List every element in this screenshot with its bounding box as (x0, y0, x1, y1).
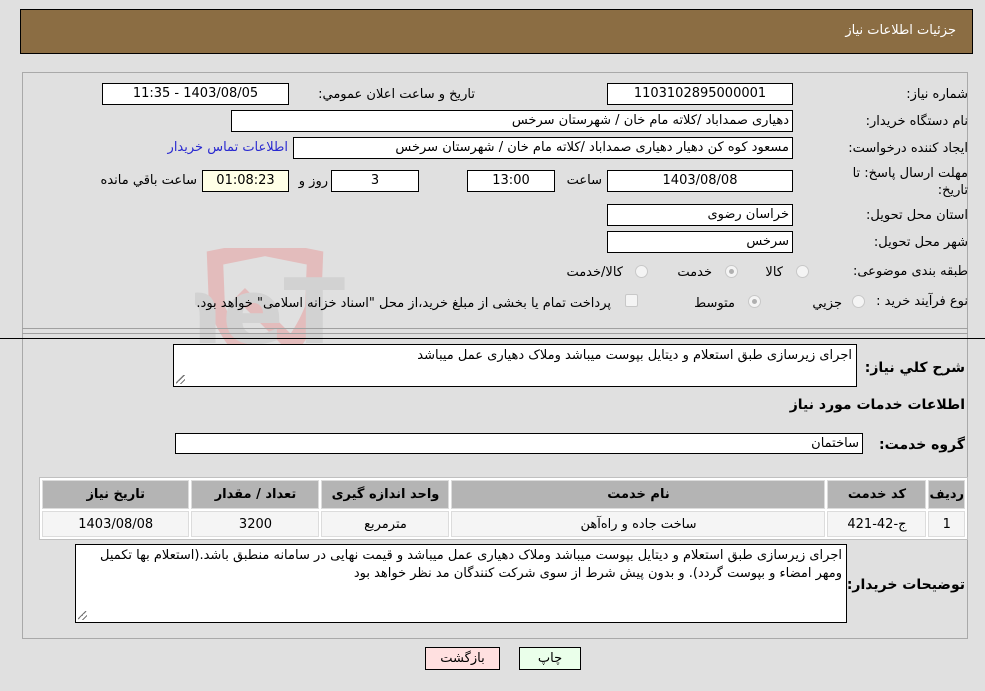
category-radio-service[interactable] (725, 265, 738, 278)
cell-need-date: 1403/08/08 (42, 511, 190, 537)
print-button[interactable]: چاپ (519, 647, 581, 670)
deadline-label: مهلت ارسال پاسخ: تا تاریخ: (852, 166, 968, 198)
general-description-label: شرح کلي نياز: (864, 360, 965, 376)
purchase-type-label: نوع فرآیند خرید : (876, 294, 968, 309)
buyer-contact-link[interactable]: اطلاعات تماس خريدار (168, 140, 288, 155)
divider (22, 333, 968, 334)
days-label: روز و (298, 174, 328, 189)
category-option-service: خدمت (677, 265, 712, 280)
category-label: طبقه بندی موضوعی: (852, 264, 968, 279)
service-group-field: ساختمان (175, 433, 863, 454)
announce-datetime-field: 1403/08/05 - 11:35 (102, 83, 289, 105)
page-title: جزئیات اطلاعات نیاز (845, 23, 956, 38)
purchase-radio-medium[interactable] (748, 295, 761, 308)
table-row: 1 ج-42-421 ساخت جاده و راه‌آهن مترمربع 3… (42, 511, 965, 537)
cell-quantity: 3200 (191, 511, 320, 537)
buyer-notes-text: اجرای زیرسازی طبق استعلام و دیتایل بپوست… (99, 548, 842, 581)
category-option-goods: کالا (765, 265, 783, 280)
page-header: جزئیات اطلاعات نیاز (20, 9, 973, 54)
column-header-quantity: تعداد / مقدار (191, 480, 320, 509)
category-option-goods-service: کالا/خدمت (566, 265, 623, 280)
days-remaining-field: 3 (331, 170, 419, 192)
city-label: شهر محل تحویل: (873, 235, 968, 250)
table-header-row: رديف کد خدمت نام خدمت واحد اندازه گيری ت… (42, 480, 965, 509)
column-header-row-number: رديف (928, 480, 965, 509)
requester-field: مسعود کوه کن دهیار دهیاری صمداباد /کلاته… (293, 137, 793, 159)
cell-unit: مترمربع (321, 511, 450, 537)
purchase-radio-minor[interactable] (852, 295, 865, 308)
buyer-org-label: نام دستگاه خريدار: (865, 114, 968, 129)
buyer-notes-label: توضیحات خریدار: (846, 577, 965, 593)
purchase-option-medium: متوسط (694, 296, 735, 311)
category-radio-goods-service[interactable] (635, 265, 648, 278)
need-number-label: شماره نیاز: (906, 87, 968, 102)
deadline-date-field: 1403/08/08 (607, 170, 793, 192)
time-remaining-label: ساعت باقي مانده (100, 173, 197, 188)
province-label: استان محل تحویل: (866, 208, 968, 223)
back-button[interactable]: بازگشت (425, 647, 500, 670)
treasury-checkbox[interactable] (625, 294, 638, 307)
column-header-need-date: تاریخ نیاز (42, 480, 190, 509)
column-header-unit: واحد اندازه گيری (321, 480, 450, 509)
treasury-note: پرداخت تمام یا بخشی از مبلغ خرید،از محل … (196, 296, 611, 311)
buyer-notes-field[interactable]: اجرای زیرسازی طبق استعلام و دیتایل بپوست… (75, 544, 847, 623)
deadline-time-label: ساعت (566, 173, 602, 188)
services-section-title: اطلاعات خدمات مورد نیاز (789, 397, 965, 413)
general-description-text: اجرای زیرسازی طبق استعلام و دیتایل بپوست… (417, 348, 852, 363)
resize-handle-icon[interactable] (78, 611, 87, 620)
announce-datetime-label: تاریخ و ساعت اعلان عمومي: (318, 87, 475, 102)
divider (22, 328, 968, 329)
column-header-service-name: نام خدمت (451, 480, 826, 509)
cell-service-name: ساخت جاده و راه‌آهن (451, 511, 826, 537)
deadline-time-field: 13:00 (467, 170, 555, 192)
need-number-field: 1103102895000001 (607, 83, 793, 105)
province-field: خراسان رضوی (607, 204, 793, 226)
city-field: سرخس (607, 231, 793, 253)
column-header-service-code: کد خدمت (827, 480, 927, 509)
time-remaining-field: 01:08:23 (202, 170, 289, 192)
services-table: رديف کد خدمت نام خدمت واحد اندازه گيری ت… (39, 477, 968, 540)
service-group-label: گروه خدمت: (879, 437, 965, 453)
buyer-org-field: دهیاری صمداباد /کلاته مام خان / شهرستان … (231, 110, 793, 132)
purchase-option-minor: جزيي (812, 296, 842, 311)
divider (0, 338, 985, 339)
cell-row-number: 1 (928, 511, 965, 537)
cell-service-code: ج-42-421 (827, 511, 927, 537)
resize-handle-icon[interactable] (176, 375, 185, 384)
category-radio-goods[interactable] (796, 265, 809, 278)
general-description-field[interactable]: اجرای زیرسازی طبق استعلام و دیتایل بپوست… (173, 344, 857, 387)
requester-label: ایجاد کننده درخواست: (848, 141, 968, 156)
